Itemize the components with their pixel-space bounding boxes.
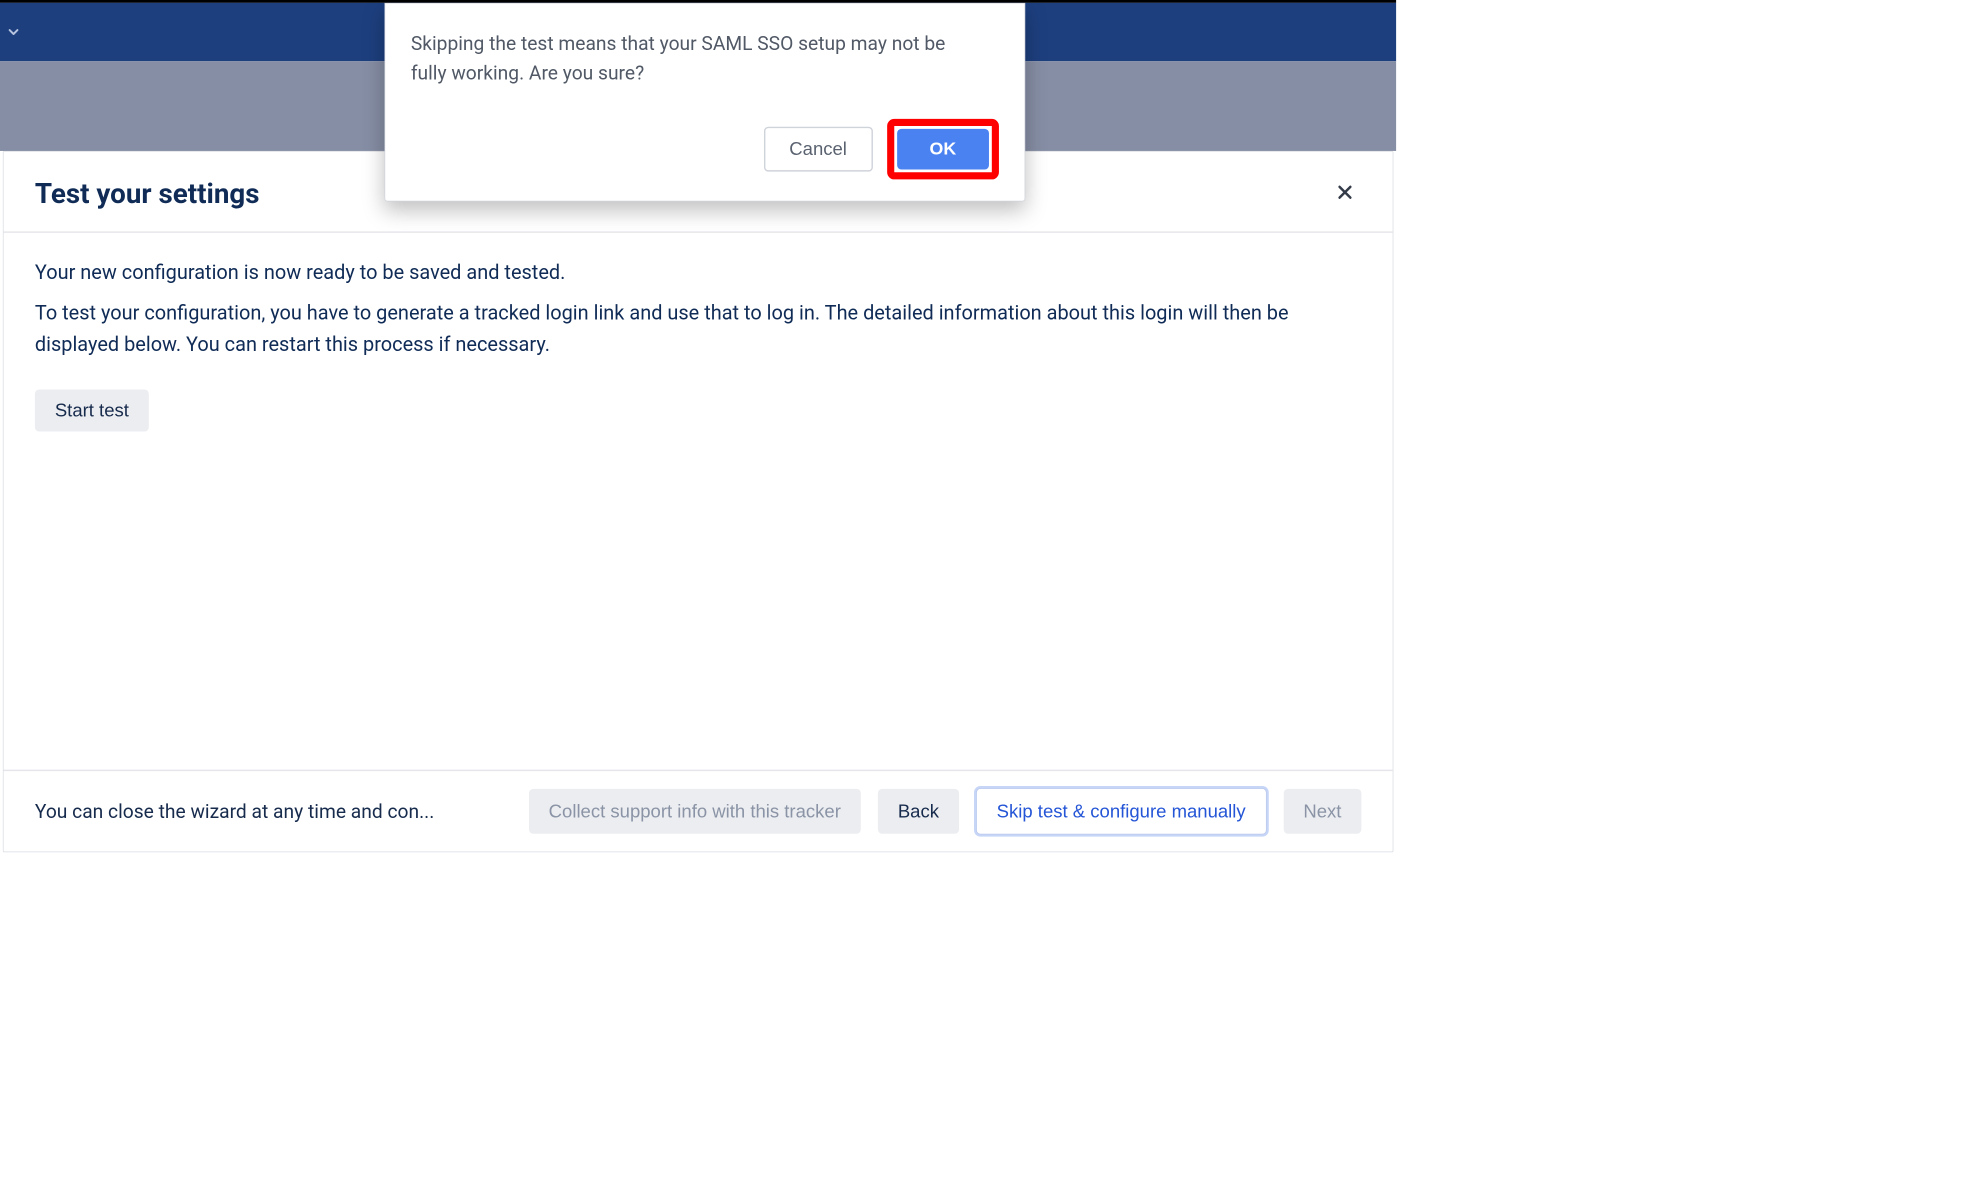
start-test-button[interactable]: Start test [35,390,149,432]
panel-intro-line-1: Your new configuration is now ready to b… [35,257,1361,288]
ok-button[interactable]: OK [897,129,989,170]
modal-message: Skipping the test means that your SAML S… [411,29,966,89]
back-button[interactable]: Back [878,789,959,834]
close-icon [1336,183,1355,204]
panel-body: Your new configuration is now ready to b… [4,233,1393,770]
panel-intro-line-2: To test your configuration, you have to … [35,298,1361,360]
settings-panel: Test your settings Your new configuratio… [3,151,1394,852]
close-button[interactable] [1329,177,1362,210]
panel-footer: You can close the wizard at any time and… [4,770,1393,852]
collect-support-info-button[interactable]: Collect support info with this tracker [529,789,861,834]
modal-actions: Cancel OK [411,119,999,180]
chevron-down-icon[interactable] [3,21,24,42]
skip-test-button[interactable]: Skip test & configure manually [976,788,1266,834]
next-button[interactable]: Next [1283,789,1361,834]
panel-title: Test your settings [35,177,260,210]
cancel-button[interactable]: Cancel [764,127,873,172]
footer-hint: You can close the wizard at any time and… [35,800,434,823]
ok-button-highlight: OK [887,119,999,180]
confirm-skip-modal: Skipping the test means that your SAML S… [384,3,1025,201]
